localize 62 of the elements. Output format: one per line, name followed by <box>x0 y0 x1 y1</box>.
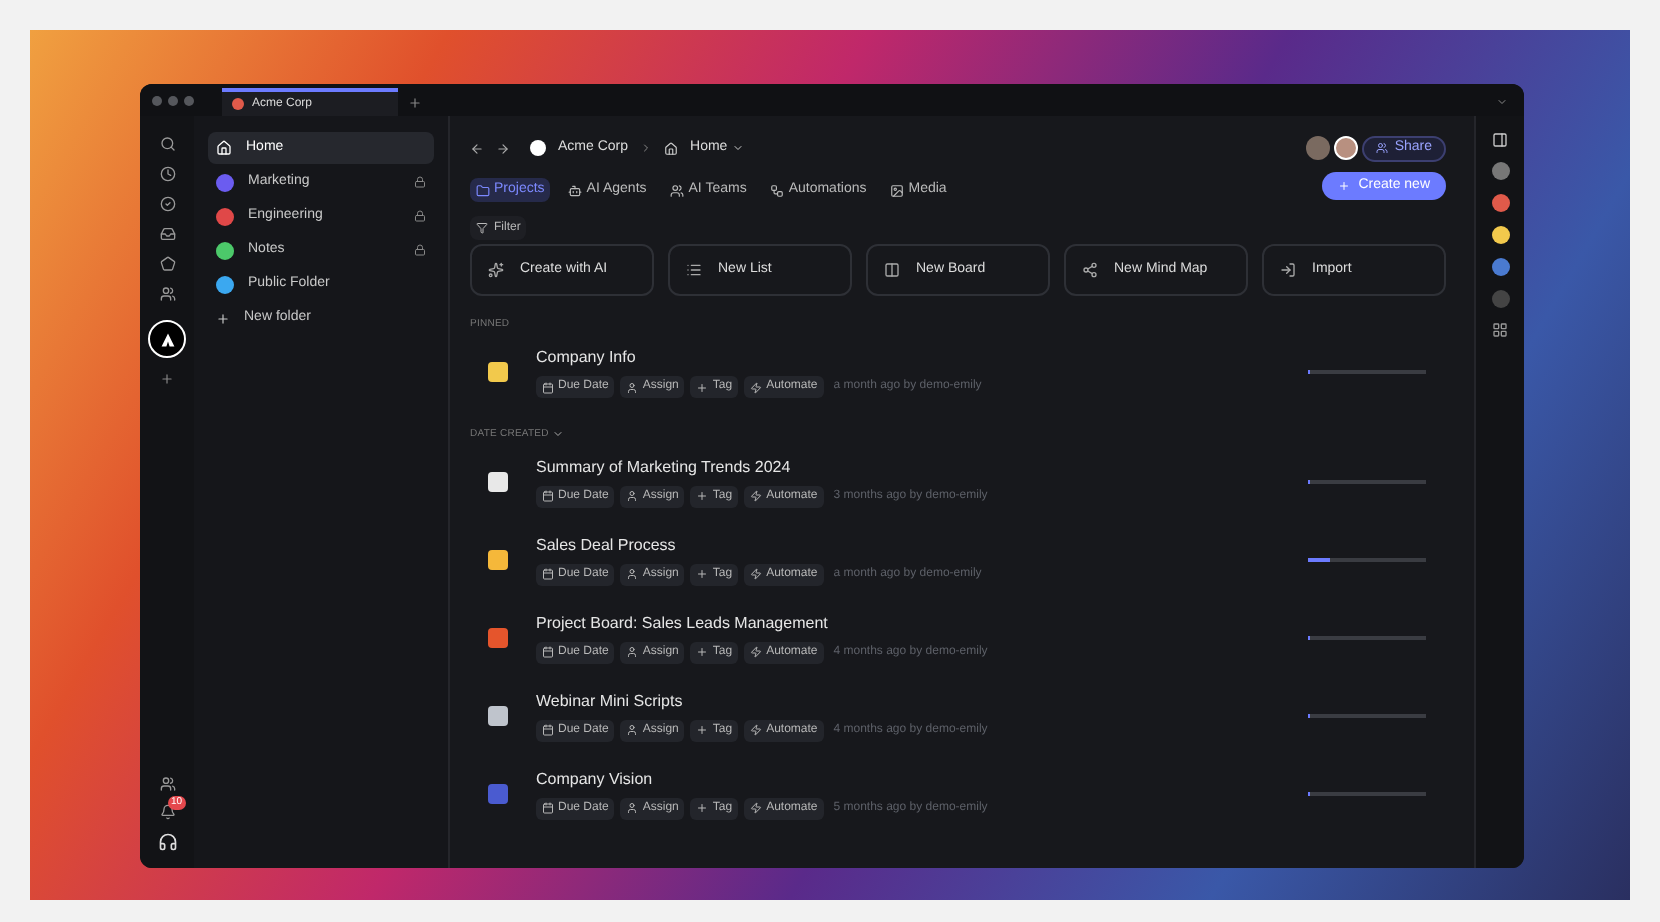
sparkles-icon <box>488 262 504 278</box>
item-title[interactable]: Project Board: Sales Leads Management <box>536 611 828 635</box>
plus-icon <box>696 568 709 580</box>
user-avatar <box>1306 136 1331 160</box>
filter-icon <box>476 222 488 234</box>
lightning-icon <box>750 802 763 814</box>
person-icon <box>626 646 639 658</box>
plus-icon <box>1338 180 1351 192</box>
plus-icon <box>696 381 709 393</box>
person-icon <box>626 381 639 393</box>
lightning-icon <box>750 646 763 658</box>
add-workspace-icon[interactable] <box>160 372 174 386</box>
back-icon[interactable] <box>470 141 484 155</box>
plus-icon <box>216 311 230 325</box>
nodes-icon <box>1082 262 1098 278</box>
people-icon <box>1376 142 1389 154</box>
person-icon <box>626 802 639 814</box>
new-tab-icon[interactable] <box>408 96 422 110</box>
person-icon <box>626 490 639 502</box>
plus-icon <box>696 490 709 502</box>
folder-icon <box>476 183 490 197</box>
lightning-icon <box>750 381 763 393</box>
lightning-icon <box>750 490 763 502</box>
lightning-icon <box>750 568 763 580</box>
item-title[interactable]: Sales Deal Process <box>536 533 676 557</box>
panel-icon[interactable] <box>1492 132 1508 148</box>
people-icon <box>670 183 685 197</box>
plus-icon <box>696 646 709 658</box>
calendar-icon <box>542 490 554 502</box>
import-icon <box>1280 262 1296 278</box>
user-avatar <box>1334 136 1359 160</box>
support-icon[interactable] <box>157 832 177 852</box>
robot-icon <box>568 183 583 197</box>
calendar-icon <box>542 724 554 736</box>
person-icon <box>626 724 639 736</box>
item-title[interactable]: Webinar Mini Scripts <box>536 689 683 713</box>
chevron-down-icon[interactable] <box>731 142 744 154</box>
chevron-down-icon[interactable] <box>552 428 565 441</box>
notifications-icon[interactable] <box>159 804 175 820</box>
workflow-icon <box>770 183 785 197</box>
calendar-icon <box>542 802 554 814</box>
logo-icon <box>159 331 175 347</box>
calendar-icon <box>542 646 554 658</box>
list-icon <box>686 262 702 278</box>
person-icon <box>626 568 639 580</box>
workspace-avatar[interactable] <box>148 320 186 358</box>
invite-icon[interactable] <box>159 776 175 792</box>
item-title[interactable]: Summary of Marketing Trends 2024 <box>536 455 791 479</box>
plus-icon <box>696 724 709 736</box>
home-icon <box>664 141 679 155</box>
item-title[interactable]: Company Info <box>536 346 636 370</box>
forward-icon[interactable] <box>496 141 510 155</box>
image-icon <box>890 183 905 197</box>
calendar-icon <box>542 568 554 580</box>
grid-icon[interactable] <box>1492 322 1508 338</box>
item-title[interactable]: Company Vision <box>536 767 653 791</box>
home-icon <box>216 140 232 156</box>
plus-icon <box>696 802 709 814</box>
columns-icon <box>884 262 900 278</box>
lightning-icon <box>750 724 763 736</box>
calendar-icon <box>542 381 554 393</box>
chevron-right-icon <box>640 142 653 154</box>
